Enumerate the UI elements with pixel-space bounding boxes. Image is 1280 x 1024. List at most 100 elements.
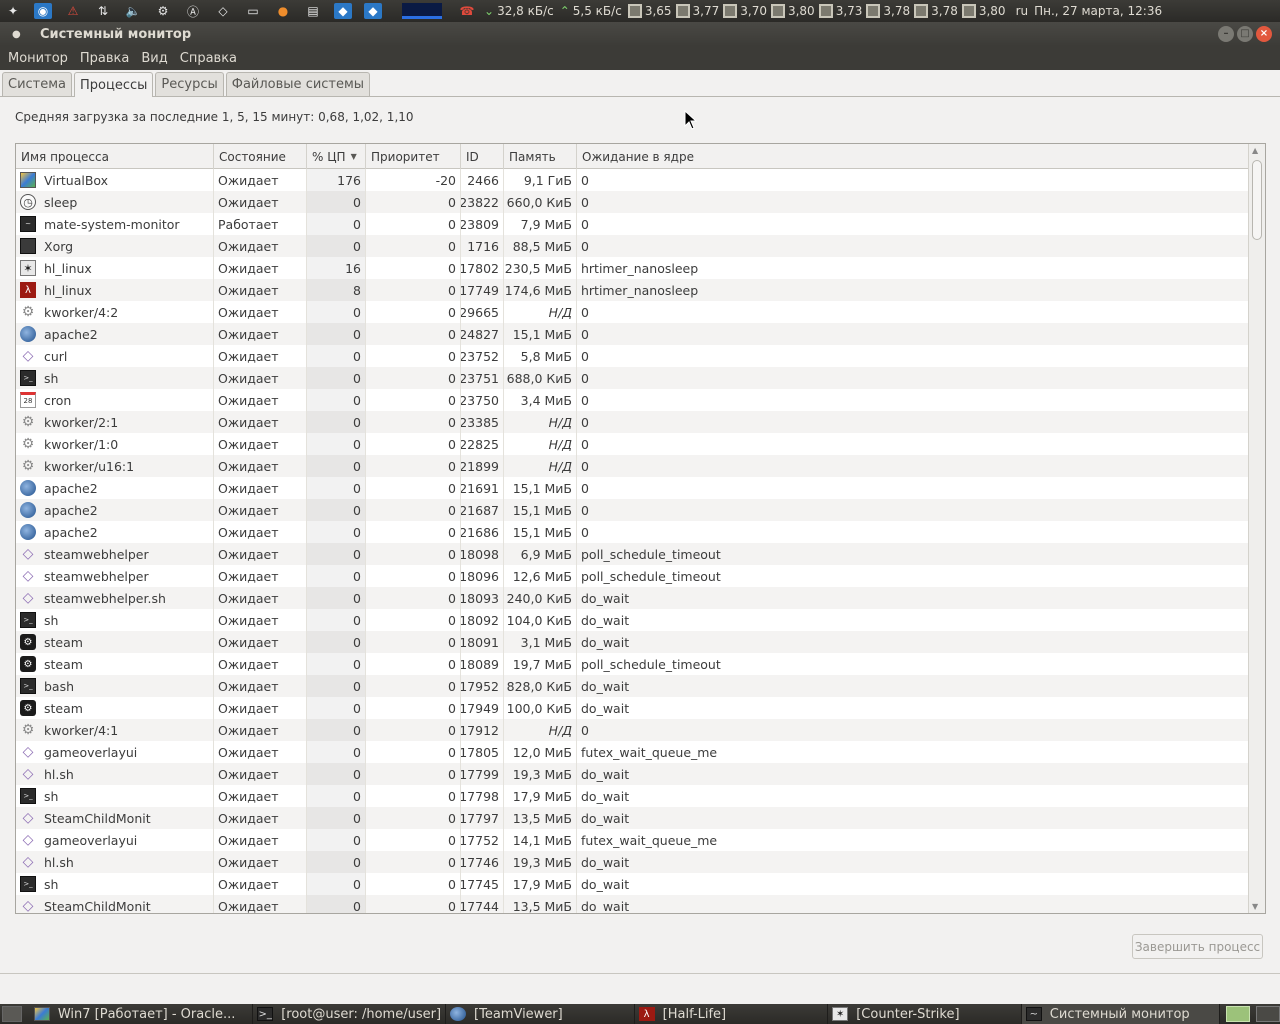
table-row[interactable]: ◇ gameoverlayui Ожидает 0 0 17752 14,1 МиБ fute… [16,829,1249,851]
tools-icon[interactable]: ✦ [4,3,22,19]
taskbar-item[interactable]: >_ [root@user: /home/user] [253,1004,447,1024]
table-row[interactable]: ◷ sleep Ожидает 0 0 23822 660,0 КиБ 0 [16,191,1249,213]
table-row[interactable]: ◇ curl Ожидает 0 0 23752 5,8 МиБ 0 [16,345,1249,367]
table-row[interactable]: ⚙ kworker/u16:1 Ожидает 0 0 21899 Н/Д 0 [16,455,1249,477]
column-header-state[interactable]: Состояние [214,144,307,169]
column-header-wait-channel[interactable]: Ожидание в ядре [577,144,1249,169]
table-row[interactable]: ⚙ steam Ожидает 0 0 17949 100,0 КиБ do_wait [16,697,1249,719]
virtualbox-launcher-icon[interactable]: ◆ [364,3,382,19]
table-row[interactable]: ◇ steamwebhelper Ожидает 0 0 18096 12,6 МиБ pol… [16,565,1249,587]
teamviewer-tray-icon[interactable]: ◉ [34,3,52,19]
process-table[interactable]: Имя процесса Состояние % ЦП ▼ Приоритет I… [15,143,1266,914]
table-row[interactable]: apache2 Ожидает 0 0 21686 15,1 МиБ 0 [16,521,1249,543]
cpu-frequency-item[interactable]: 3,77 [675,4,719,18]
table-row[interactable]: >_ sh Ожидает 0 0 23751 688,0 КиБ 0 [16,367,1249,389]
table-row[interactable]: ~ mate-system-monitor Работает 0 0 23809 7,9 М… [16,213,1249,235]
column-header-cpu[interactable]: % ЦП ▼ [307,144,366,169]
vertical-scrollbar[interactable]: ▲ ▼ [1248,144,1265,913]
window-menu-icon[interactable]: ● [12,29,26,40]
table-row[interactable]: ⚙ steam Ожидает 0 0 18091 3,1 МиБ do_wait [16,631,1249,653]
maximize-button[interactable]: □ [1237,26,1253,42]
menu-edit[interactable]: Правка [74,51,135,66]
tab-processes[interactable]: Процессы [74,72,154,97]
table-row[interactable]: >_ sh Ожидает 0 0 17798 17,9 МиБ do_wait [16,785,1249,807]
table-row[interactable]: >_ sh Ожидает 0 0 18092 104,0 КиБ do_wait [16,609,1249,631]
cpu-load-graph[interactable] [402,3,442,19]
table-row[interactable]: ⚙ kworker/2:1 Ожидает 0 0 23385 Н/Д 0 [16,411,1249,433]
table-row[interactable]: ⚙ kworker/4:2 Ожидает 0 0 29665 Н/Д 0 [16,301,1249,323]
column-header-name[interactable]: Имя процесса [16,144,214,169]
volume-icon[interactable]: 🔈 [124,3,142,19]
cpu-frequency-item[interactable]: 3,78 [914,4,958,18]
taskbar-item[interactable]: ~ Системный монитор [1021,1004,1221,1024]
column-header-memory[interactable]: Память [504,144,577,169]
minimize-button[interactable]: – [1218,26,1234,42]
taskbar-item[interactable]: Win7 [Работает] - Oracle... [30,1004,254,1024]
table-row[interactable]: ◇ steamwebhelper.sh Ожидает 0 0 18093 240,0 Ки… [16,587,1249,609]
accessibility-icon[interactable]: Ⓐ [184,3,202,19]
dropbox-icon[interactable]: ◆ [334,3,352,19]
network-status-icon[interactable]: ☎ [458,3,476,19]
table-row[interactable]: ⚙ kworker/1:0 Ожидает 0 0 22825 Н/Д 0 [16,433,1249,455]
process-wait-channel-cell: poll_schedule_timeout [577,653,1249,675]
table-row[interactable]: ◇ hl.sh Ожидает 0 0 17746 19,3 МиБ do_wait [16,851,1249,873]
table-row[interactable]: apache2 Ожидает 0 0 21691 15,1 МиБ 0 [16,477,1249,499]
column-header-id[interactable]: ID [461,144,504,169]
table-row[interactable]: ✶ hl_linux Ожидает 16 0 17802 230,5 МиБ hrtimer… [16,257,1249,279]
table-row[interactable]: ◇ gameoverlayui Ожидает 0 0 17805 12,0 МиБ fute… [16,741,1249,763]
workspace-switcher-1[interactable] [1226,1006,1251,1022]
steam-tray-icon[interactable]: ⚙ [154,3,172,19]
window-title: Системный монитор [40,26,192,42]
process-name-cell: apache2 [16,499,214,521]
cpu-frequency-item[interactable]: 3,78 [866,4,910,18]
show-desktop-button[interactable] [2,1006,22,1022]
table-row[interactable]: >_ sh Ожидает 0 0 17745 17,9 МиБ do_wait [16,873,1249,895]
cpu-frequency-item[interactable]: 3,73 [818,4,862,18]
end-process-button[interactable]: Завершить процесс [1132,934,1263,959]
table-row[interactable]: >_ bash Ожидает 0 0 17952 828,0 КиБ do_wait [16,675,1249,697]
terminal-launcher-icon[interactable]: ▭ [244,3,262,19]
menu-view[interactable]: Вид [135,51,173,66]
warning-icon[interactable]: ⚠ [64,3,82,19]
process-wait-channel: do_wait [581,854,630,870]
scroll-up-icon[interactable]: ▲ [1252,146,1258,155]
window-title-bar[interactable]: ● Системный монитор – □ × [0,22,1280,46]
table-row[interactable]: ◇ steamwebhelper Ожидает 0 0 18098 6,9 МиБ poll… [16,543,1249,565]
table-row[interactable]: 28 cron Ожидает 0 0 23750 3,4 МиБ 0 [16,389,1249,411]
taskbar-item[interactable]: ✶ [Counter-Strike] [828,1004,1022,1024]
menu-help[interactable]: Справка [174,51,243,66]
close-button[interactable]: × [1256,26,1272,42]
keyboard-layout[interactable]: ru [1016,4,1029,18]
tab-resources[interactable]: Ресурсы [155,72,224,96]
workspace-switcher-2[interactable] [1256,1006,1280,1022]
tab-filesystems[interactable]: Файловые системы [225,72,371,96]
scroll-down-icon[interactable]: ▼ [1252,902,1258,911]
table-row[interactable]: λ hl_linux Ожидает 8 0 17749 174,6 МиБ hrtimer_… [16,279,1249,301]
package-icon[interactable]: ◇ [214,3,232,19]
network-arrows-icon[interactable]: ⇅ [94,3,112,19]
cpu-frequency-item[interactable]: 3,70 [723,4,767,18]
process-wait-channel: hrtimer_nanosleep [581,260,699,276]
table-row[interactable]: ◇ hl.sh Ожидает 0 0 17799 19,3 МиБ do_wait [16,763,1249,785]
cpu-frequency-item[interactable]: 3,80 [770,4,815,18]
notes-icon[interactable]: ▤ [304,3,322,19]
scrollbar-thumb[interactable] [1252,160,1262,240]
clock[interactable]: Пн., 27 марта, 12:36 [1034,4,1162,18]
table-row[interactable]: ◇ SteamChildMonit Ожидает 0 0 17744 13,5 МиБ do… [16,895,1249,913]
table-row[interactable]: ⚙ steam Ожидает 0 0 18089 19,7 МиБ poll_schedul… [16,653,1249,675]
tab-system[interactable]: Система [2,72,73,96]
cpu-frequency-item[interactable]: 3,80 [961,4,1006,18]
menu-monitor[interactable]: Монитор [2,51,74,66]
table-row[interactable]: VirtualBox Ожидает 176 -20 2466 9,1 ГиБ 0 [16,169,1249,191]
top-panel: ✦ ◉ ⚠ ⇅ 🔈 ⚙ Ⓐ ◇ ▭ ● ▤ ◆ ◆ ☎ ⌄ 32,8 кБ/с ⌃… [0,0,1280,22]
firefox-icon[interactable]: ● [274,3,292,19]
table-row[interactable]: apache2 Ожидает 0 0 24827 15,1 МиБ 0 [16,323,1249,345]
taskbar-item[interactable]: [TeamViewer] [446,1004,635,1024]
table-row[interactable]: ◇ SteamChildMonit Ожидает 0 0 17797 13,5 МиБ do… [16,807,1249,829]
cpu-frequency-item[interactable]: 3,65 [627,4,672,18]
table-row[interactable]: apache2 Ожидает 0 0 21687 15,1 МиБ 0 [16,499,1249,521]
table-row[interactable]: Xorg Ожидает 0 0 1716 88,5 МиБ 0 [16,235,1249,257]
table-row[interactable]: ⚙ kworker/4:1 Ожидает 0 0 17912 Н/Д 0 [16,719,1249,741]
column-header-priority[interactable]: Приоритет [366,144,461,169]
taskbar-item[interactable]: λ [Half-Life] [635,1004,829,1024]
